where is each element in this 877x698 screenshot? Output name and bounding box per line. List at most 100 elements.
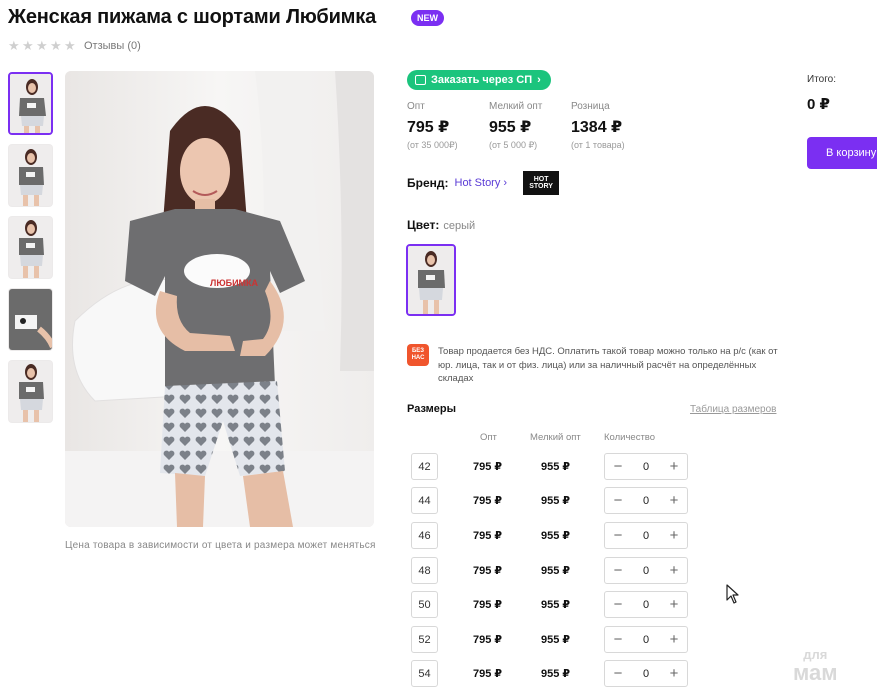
quantity-value[interactable]: 0 <box>643 565 649 577</box>
size-price-small-opt: 955 ₽ <box>541 668 571 680</box>
quantity-stepper: − 0 + <box>604 487 688 514</box>
quantity-value[interactable]: 0 <box>643 599 649 611</box>
color-label: Цвет: <box>407 218 440 232</box>
size-label: 44 <box>411 487 438 514</box>
quantity-value[interactable]: 0 <box>643 634 649 646</box>
size-price-opt: 795 ₽ <box>473 495 503 507</box>
watermark: для мам <box>793 646 838 685</box>
size-price-opt: 795 ₽ <box>473 634 503 646</box>
price-opt: Опт 795 ₽ (от 35 000₽) <box>407 101 489 151</box>
size-label: 52 <box>411 626 438 653</box>
plus-icon[interactable]: + <box>667 632 681 647</box>
total-value: 0 ₽ <box>807 96 830 113</box>
size-price-small-opt: 955 ₽ <box>541 634 571 646</box>
plus-icon[interactable]: + <box>667 563 681 578</box>
star-icon: ★ <box>50 38 62 53</box>
total-label: Итого: <box>807 74 836 85</box>
plus-icon[interactable]: + <box>667 493 681 508</box>
quantity-stepper: − 0 + <box>604 626 688 653</box>
star-icon: ★ <box>64 38 76 53</box>
size-label: 54 <box>411 660 438 687</box>
price-note: (от 35 000₽) <box>407 140 458 150</box>
size-row: 52 795 ₽ 955 ₽ − 0 + <box>411 626 691 653</box>
minus-icon[interactable]: − <box>611 597 625 612</box>
quantity-stepper: − 0 + <box>604 660 688 687</box>
price-block: Опт 795 ₽ (от 35 000₽) Мелкий опт 955 ₽ … <box>407 101 653 151</box>
size-price-small-opt: 955 ₽ <box>541 495 571 507</box>
size-price-small-opt: 955 ₽ <box>541 565 571 577</box>
mouse-cursor-icon <box>726 584 739 604</box>
price-value: 795 ₽ <box>407 119 450 136</box>
minus-icon[interactable]: − <box>611 528 625 543</box>
plus-icon[interactable]: + <box>667 666 681 681</box>
size-label: 48 <box>411 557 438 584</box>
minus-icon[interactable]: − <box>611 666 625 681</box>
thumbnail-4[interactable] <box>8 288 53 351</box>
reviews-link[interactable]: Отзывы (0) <box>84 40 141 52</box>
no-vat-icon: БЕЗ НАС <box>407 344 429 366</box>
size-table-link[interactable]: Таблица размеров <box>690 404 776 415</box>
minus-icon[interactable]: − <box>611 459 625 474</box>
quantity-value[interactable]: 0 <box>643 495 649 507</box>
price-value: 1384 ₽ <box>571 119 623 136</box>
plus-icon[interactable]: + <box>667 597 681 612</box>
size-label: 50 <box>411 591 438 618</box>
brand-row: Бренд: Hot Story › HOT STORY <box>407 171 560 195</box>
quantity-stepper: − 0 + <box>604 522 688 549</box>
quantity-stepper: − 0 + <box>604 591 688 618</box>
size-row: 42 795 ₽ 955 ₽ − 0 + <box>411 453 691 480</box>
star-icon: ★ <box>8 38 20 53</box>
brand-link[interactable]: Hot Story › <box>455 177 508 189</box>
size-row: 54 795 ₽ 955 ₽ − 0 + <box>411 660 691 687</box>
quantity-value[interactable]: 0 <box>643 461 649 473</box>
brand-label: Бренд: <box>407 176 449 190</box>
size-row: 46 795 ₽ 955 ₽ − 0 + <box>411 522 691 549</box>
rating-stars[interactable]: ★ ★ ★ ★ ★ <box>8 38 76 53</box>
quantity-value[interactable]: 0 <box>643 668 649 680</box>
new-badge: NEW <box>411 10 444 26</box>
price-small-opt: Мелкий опт 955 ₽ (от 5 000 ₽) <box>489 101 571 151</box>
size-price-opt: 795 ₽ <box>473 530 503 542</box>
price-label: Опт <box>407 101 425 112</box>
thumbnail-1[interactable] <box>8 72 53 135</box>
size-price-small-opt: 955 ₽ <box>541 599 571 611</box>
bag-icon <box>415 75 426 85</box>
color-swatch-grey[interactable] <box>406 244 456 316</box>
price-note: (от 1 товара) <box>571 140 625 150</box>
star-icon: ★ <box>36 38 48 53</box>
quantity-stepper: − 0 + <box>604 453 688 480</box>
price-note: (от 5 000 ₽) <box>489 140 538 150</box>
order-via-sp-button[interactable]: Заказать через СП › <box>407 70 551 90</box>
size-price-opt: 795 ₽ <box>473 599 503 611</box>
star-icon: ★ <box>22 38 34 53</box>
column-header-small-opt: Мелкий опт <box>530 432 581 443</box>
column-header-opt: Опт <box>480 432 497 443</box>
quantity-value[interactable]: 0 <box>643 530 649 542</box>
plus-icon[interactable]: + <box>667 459 681 474</box>
photo-caption: Цена товара в зависимости от цвета и раз… <box>65 540 376 551</box>
thumbnail-5[interactable] <box>8 360 53 423</box>
watermark-line-2: мам <box>793 660 838 685</box>
add-to-cart-button[interactable]: В корзину <box>807 137 877 169</box>
thumbnail-3[interactable] <box>8 216 53 279</box>
thumbnail-list <box>8 72 53 423</box>
size-price-opt: 795 ₽ <box>473 565 503 577</box>
plus-icon[interactable]: + <box>667 528 681 543</box>
size-label: 46 <box>411 522 438 549</box>
color-row: Цвет: серый <box>407 218 475 232</box>
sizes-title: Размеры <box>407 403 457 415</box>
price-label: Розница <box>571 101 610 112</box>
minus-icon[interactable]: − <box>611 493 625 508</box>
color-value: серый <box>443 220 476 232</box>
minus-icon[interactable]: − <box>611 632 625 647</box>
main-product-photo[interactable]: ЛЮБИМКА <box>65 71 374 527</box>
vat-notice: Товар продается без НДС. Оплатить такой … <box>438 346 778 384</box>
price-retail: Розница 1384 ₽ (от 1 товара) <box>571 101 653 151</box>
chevron-right-icon: › <box>537 74 541 86</box>
quantity-stepper: − 0 + <box>604 557 688 584</box>
thumbnail-2[interactable] <box>8 144 53 207</box>
size-price-small-opt: 955 ₽ <box>541 461 571 473</box>
brand-logo[interactable]: HOT STORY <box>523 171 560 195</box>
size-label: 42 <box>411 453 438 480</box>
minus-icon[interactable]: − <box>611 563 625 578</box>
